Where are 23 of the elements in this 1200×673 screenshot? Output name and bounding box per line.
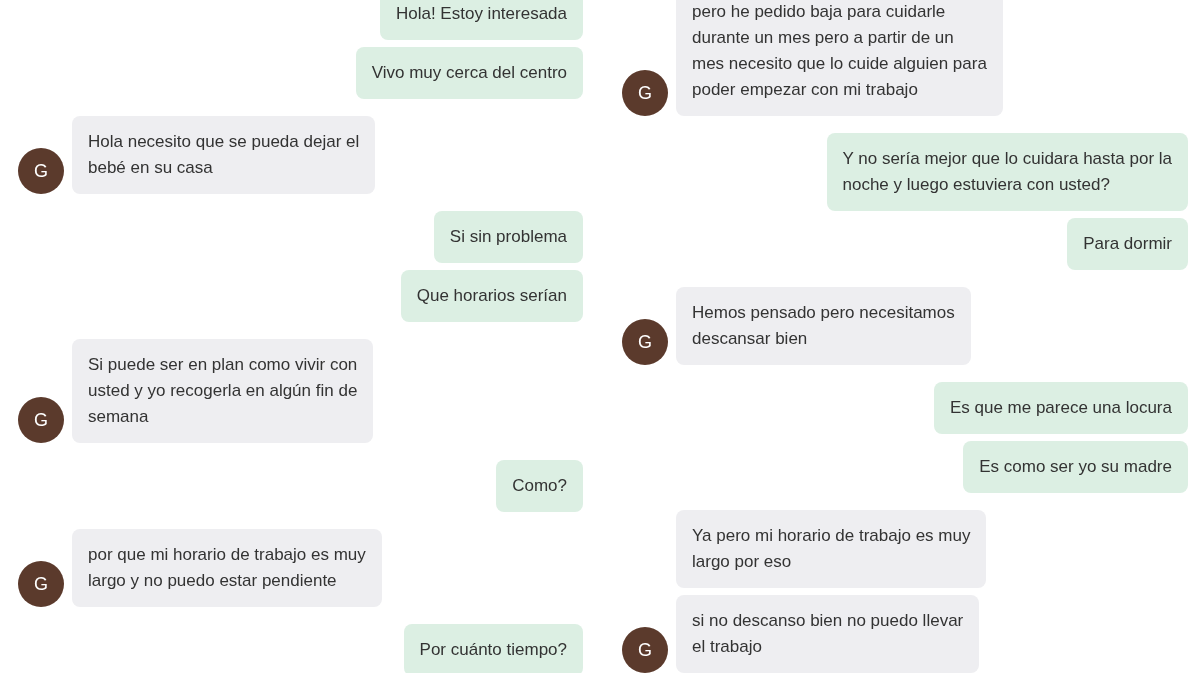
sent-message: Como? [496, 460, 583, 512]
received-message: Ya pero mi horario de trabajo es muy largo por eso [676, 510, 987, 588]
received-message: Hemos pensado pero necesitamos descansar bien [676, 287, 971, 365]
sent-message: Por cuánto tiempo? [403, 624, 583, 673]
received-message: Hola necesito que se pueda dejar el bebé en su casa [72, 116, 376, 194]
avatar: G [18, 561, 64, 607]
avatar: G [622, 319, 668, 365]
sent-message: Es que me parece una locura [933, 382, 1188, 434]
received-message: por que mi horario de trabajo es muy largo y no puedo estar pendiente [72, 529, 382, 607]
sent-message: Hola! Estoy interesada [379, 0, 583, 40]
sent-message: Que horarios serían [400, 270, 583, 322]
sent-message: Vivo muy cerca del centro [355, 47, 583, 99]
sent-message: Para dormir [1067, 218, 1188, 270]
avatar: G [18, 148, 64, 194]
received-message: pero he pedido baja para cuidarle durante un mes pero a partir de un mes necesito que lo cuide alguien para poder empezar con mi trabajo [676, 0, 1003, 116]
sent-message: Es como ser yo su madre [963, 441, 1188, 493]
received-message: si no descanso bien no puedo llevar el trabajo [676, 595, 980, 673]
sent-message: Y no sería mejor que lo cuidara hasta por la noche y luego estuviera con usted? [826, 133, 1188, 211]
avatar: G [18, 397, 64, 443]
avatar: G [622, 70, 668, 116]
received-message: Si puede ser en plan como vivir con usted y yo recogerla en algún fin de semana [72, 339, 374, 443]
sent-message: Si sin problema [433, 211, 583, 263]
avatar: G [622, 627, 668, 673]
